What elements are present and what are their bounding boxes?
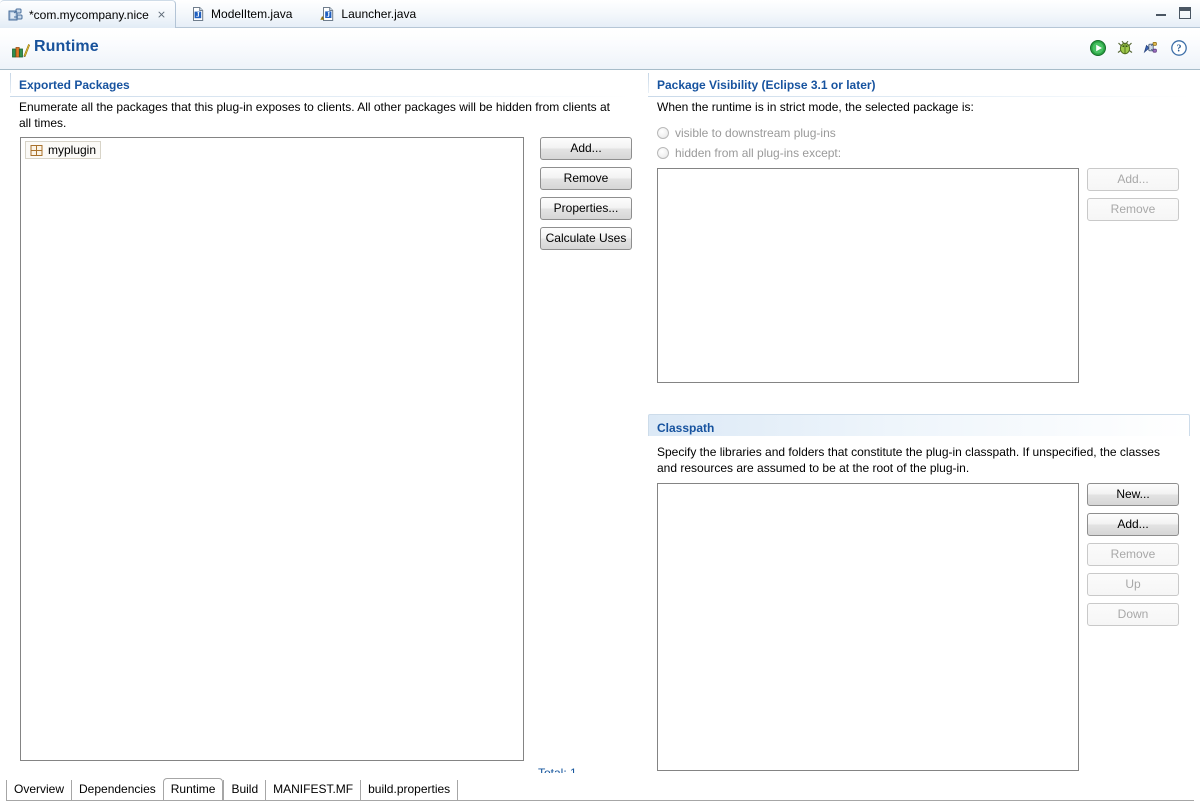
calculate-uses-button[interactable]: Calculate Uses bbox=[540, 227, 632, 250]
package-visibility-description: When the runtime is in strict mode, the … bbox=[657, 100, 974, 114]
radio-visible-downstream[interactable]: visible to downstream plug-ins bbox=[657, 123, 841, 143]
svg-text:?: ? bbox=[1177, 44, 1182, 55]
move-classpath-up-button[interactable]: Up bbox=[1087, 573, 1179, 596]
editor-tab-label: *com.mycompany.nice bbox=[29, 7, 149, 22]
plugin-dependencies-icon[interactable] bbox=[1143, 39, 1161, 57]
page-tab-endcap bbox=[457, 780, 459, 800]
section-package-visibility: Package Visibility (Eclipse 3.1 or later… bbox=[648, 73, 1190, 405]
java-file-icon: J bbox=[190, 6, 206, 22]
svg-text:J: J bbox=[196, 11, 200, 19]
form-header-toolbar: ? bbox=[1089, 39, 1188, 57]
page-tab-build[interactable]: Build bbox=[223, 780, 265, 800]
editor-tab-plugin-manifest[interactable]: *com.mycompany.nice ⨯ bbox=[0, 0, 177, 28]
package-icon bbox=[30, 144, 43, 157]
java-file-warning-icon: J bbox=[320, 6, 336, 22]
section-underline bbox=[648, 96, 1190, 97]
classpath-list[interactable] bbox=[657, 483, 1079, 771]
editor-tab-label: Launcher.java bbox=[341, 7, 417, 21]
remove-exported-package-button[interactable]: Remove bbox=[540, 167, 632, 190]
radio-label: hidden from all plug-ins except: bbox=[675, 146, 842, 160]
editor-tab-modelitem-java[interactable]: J ModelItem.java bbox=[176, 0, 306, 28]
debug-icon[interactable] bbox=[1116, 39, 1134, 57]
add-exported-package-button[interactable]: Add... bbox=[540, 137, 632, 160]
exported-package-properties-button[interactable]: Properties... bbox=[540, 197, 632, 220]
page-tab-build-properties[interactable]: build.properties bbox=[360, 780, 457, 800]
section-exported-packages: Exported Packages Enumerate all the pack… bbox=[10, 73, 632, 780]
page-tab-list: Overview Dependencies Runtime Build MANI… bbox=[6, 778, 459, 800]
svg-text:J: J bbox=[327, 11, 331, 19]
radio-label: visible to downstream plug-ins bbox=[675, 126, 836, 140]
editor-tab-label: ModelItem.java bbox=[211, 7, 293, 21]
remove-classpath-button[interactable]: Remove bbox=[1087, 543, 1179, 566]
radio-button-icon bbox=[657, 147, 669, 159]
exported-packages-list[interactable]: myplugin bbox=[20, 137, 524, 761]
minimize-icon[interactable] bbox=[1154, 6, 1168, 20]
classpath-description: Specify the libraries and folders that c… bbox=[657, 445, 1160, 475]
package-visibility-header: Package Visibility (Eclipse 3.1 or later… bbox=[648, 73, 1190, 97]
editor-tab-launcher-java[interactable]: J Launcher.java bbox=[306, 0, 430, 28]
exported-packages-buttons: Add... Remove Properties... Calculate Us… bbox=[540, 137, 632, 250]
radio-button-icon bbox=[657, 127, 669, 139]
section-underline bbox=[10, 96, 630, 97]
form-header: Runtime ? bbox=[0, 29, 1200, 70]
exported-packages-title: Exported Packages bbox=[19, 78, 130, 92]
classpath-title: Classpath bbox=[657, 420, 715, 435]
remove-visibility-plugin-button[interactable]: Remove bbox=[1087, 198, 1179, 221]
plugin-icon bbox=[8, 7, 24, 23]
editor-tab-list: *com.mycompany.nice ⨯ J ModelItem.java J… bbox=[0, 0, 430, 28]
exported-packages-header: Exported Packages bbox=[10, 73, 630, 97]
package-visibility-options: visible to downstream plug-ins hidden fr… bbox=[657, 123, 841, 163]
add-visibility-plugin-button[interactable]: Add... bbox=[1087, 168, 1179, 191]
radio-hidden-except[interactable]: hidden from all plug-ins except: bbox=[657, 143, 841, 163]
package-visibility-buttons: Add... Remove bbox=[1087, 168, 1179, 221]
page-title: Runtime bbox=[34, 38, 99, 55]
editor-tab-bar: *com.mycompany.nice ⨯ J ModelItem.java J… bbox=[0, 0, 1200, 28]
classpath-header: Classpath bbox=[648, 414, 1190, 438]
close-icon[interactable]: ⨯ bbox=[157, 9, 166, 20]
page-body: Exported Packages Enumerate all the pack… bbox=[0, 70, 1200, 780]
section-classpath: Classpath Specify the libraries and fold… bbox=[648, 414, 1190, 771]
new-classpath-button[interactable]: New... bbox=[1087, 483, 1179, 506]
page-tab-rule bbox=[6, 800, 1194, 801]
left-column: Exported Packages Enumerate all the pack… bbox=[10, 73, 632, 780]
right-column: Package Visibility (Eclipse 3.1 or later… bbox=[648, 73, 1190, 771]
run-icon[interactable] bbox=[1089, 39, 1107, 57]
page-tab-bar: Overview Dependencies Runtime Build MANI… bbox=[0, 773, 1200, 807]
page-tab-overview[interactable]: Overview bbox=[6, 780, 71, 800]
package-visibility-list[interactable] bbox=[657, 168, 1079, 383]
package-visibility-title: Package Visibility (Eclipse 3.1 or later… bbox=[657, 78, 876, 92]
classpath-buttons: New... Add... Remove Up Down bbox=[1087, 483, 1179, 626]
runtime-books-icon bbox=[12, 43, 31, 58]
list-item[interactable]: myplugin bbox=[25, 141, 102, 159]
add-classpath-button[interactable]: Add... bbox=[1087, 513, 1179, 536]
page-tab-manifest-mf[interactable]: MANIFEST.MF bbox=[265, 780, 360, 800]
help-icon[interactable]: ? bbox=[1170, 39, 1188, 57]
window-controls bbox=[1154, 6, 1192, 20]
maximize-icon[interactable] bbox=[1178, 6, 1192, 20]
section-gradient-bar bbox=[648, 414, 1190, 436]
move-classpath-down-button[interactable]: Down bbox=[1087, 603, 1179, 626]
page-tab-runtime[interactable]: Runtime bbox=[162, 778, 224, 800]
exported-packages-description: Enumerate all the packages that this plu… bbox=[19, 100, 610, 130]
page-tab-dependencies[interactable]: Dependencies bbox=[71, 780, 163, 800]
list-item-label: myplugin bbox=[48, 143, 97, 157]
